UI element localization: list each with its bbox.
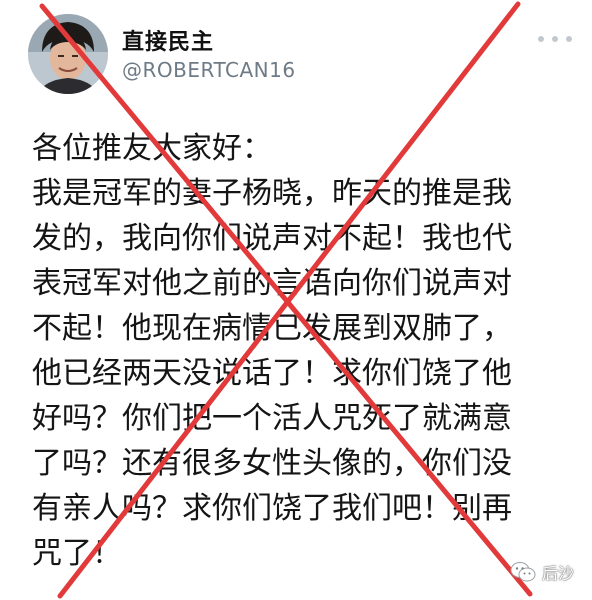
post-line: 我是冠军的妻子杨晓，昨天的推是我 (32, 176, 512, 211)
more-options-icon[interactable] (538, 30, 572, 48)
more-dot (538, 36, 544, 42)
watermark: 后沙 (510, 560, 574, 584)
post-line: 发的，我向你们说声对不起！我也代 (32, 221, 512, 256)
user-handle[interactable]: @ROBERTCAN16 (122, 58, 296, 82)
more-dot (566, 36, 572, 42)
more-dot (552, 36, 558, 42)
post-line: 表冠军对他之前的言语向你们说声对 (32, 266, 512, 301)
avatar[interactable] (28, 14, 108, 94)
post-body: 各位推友大家好： 我是冠军的妻子杨晓，昨天的推是我 发的，我向你们说声对不起！我… (32, 126, 572, 576)
post-line: 有亲人吗？求你们饶了我们吧！别再 (32, 491, 512, 526)
post-line: 了吗？还有很多女性头像的，你们没 (32, 446, 512, 481)
post-line: 咒了！ (32, 536, 122, 571)
post-line: 好吗？你们把一个活人咒死了就满意 (32, 401, 512, 436)
post-line: 各位推友大家好： (32, 131, 272, 166)
post-line: 不起！他现在病情已发展到双肺了， (32, 311, 512, 346)
display-name[interactable]: 直接民主 (122, 24, 214, 56)
profile-avatar-image (28, 14, 108, 94)
watermark-text: 后沙 (541, 564, 574, 583)
wechat-icon (510, 562, 536, 582)
post-line: 他已经两天没说话了！求你们饶了他 (32, 356, 512, 391)
